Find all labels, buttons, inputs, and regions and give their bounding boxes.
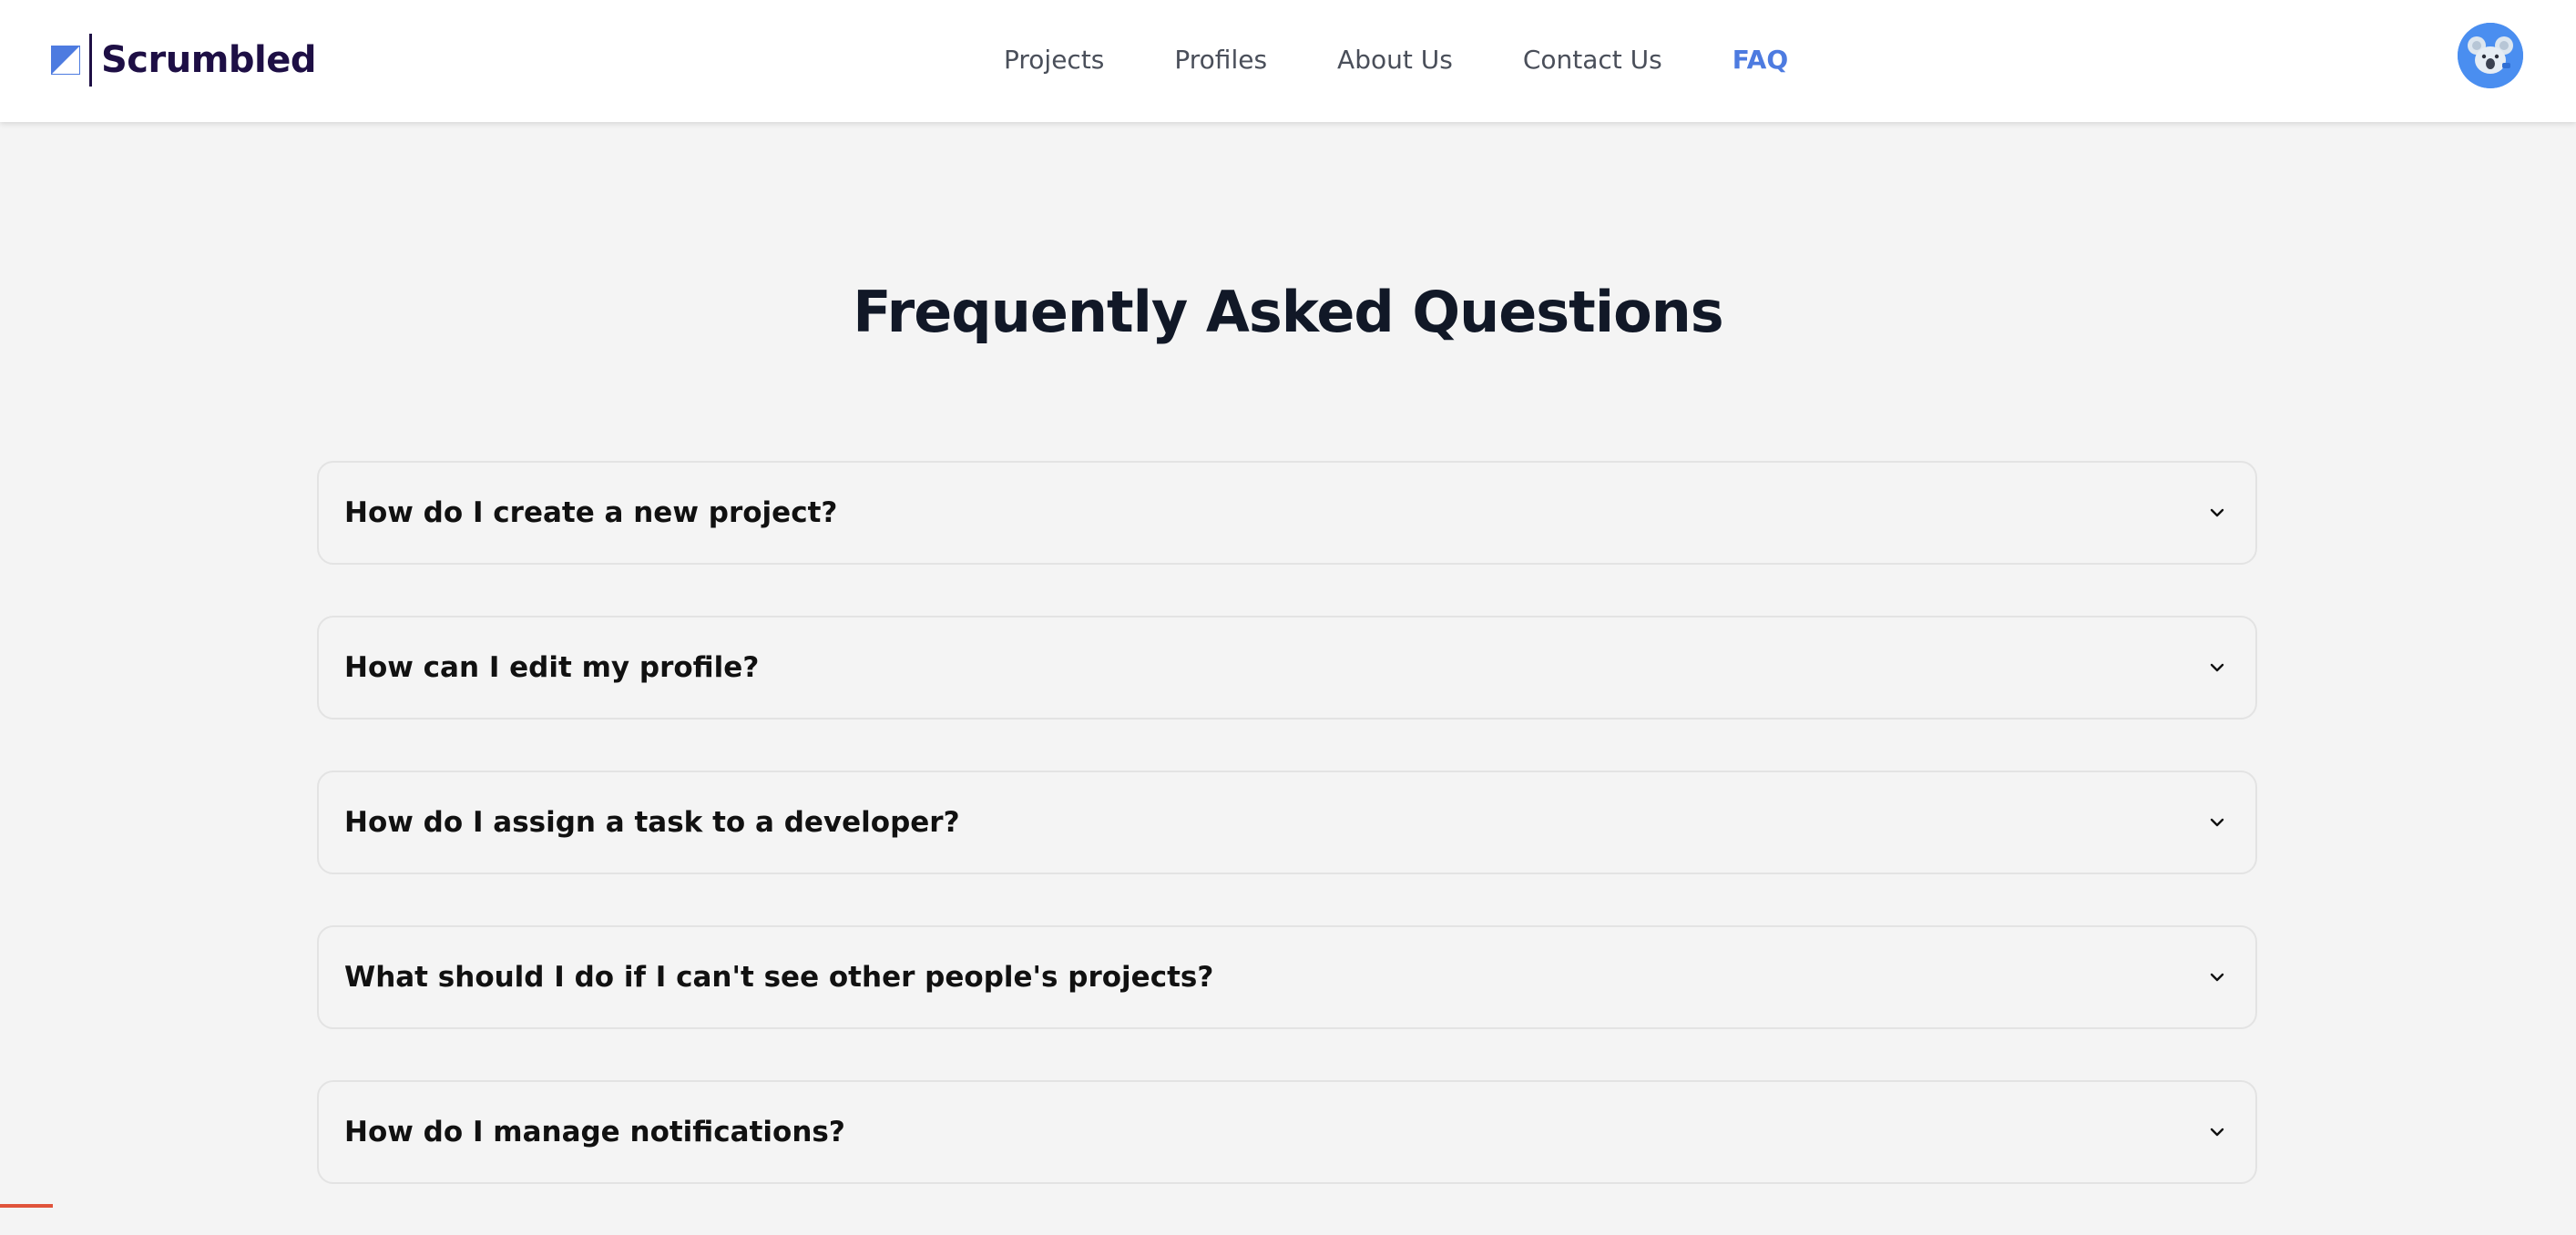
brand-name: Scrumbled	[101, 39, 317, 81]
user-avatar[interactable]	[2458, 23, 2523, 88]
nav-link-projects[interactable]: Projects	[1004, 45, 1104, 75]
faq-list: How do I create a new project? How can I…	[317, 461, 2257, 1235]
faq-item[interactable]: How do I assign a task to a developer?	[317, 771, 2257, 874]
faq-question: What should I do if I can't see other pe…	[344, 961, 1214, 994]
faq-item[interactable]: How can I edit my profile?	[317, 616, 2257, 720]
chevron-down-icon[interactable]	[2206, 1121, 2228, 1143]
half-square-logo-icon	[51, 46, 80, 75]
page-title: Frequently Asked Questions	[853, 279, 1723, 345]
nav-link-contact-us[interactable]: Contact Us	[1523, 45, 1662, 75]
faq-item[interactable]: How do I manage notifications?	[317, 1080, 2257, 1184]
chevron-down-icon[interactable]	[2206, 502, 2228, 524]
nav-link-profiles[interactable]: Profiles	[1174, 45, 1267, 75]
nav-link-about-us[interactable]: About Us	[1337, 45, 1453, 75]
faq-item[interactable]: What should I do if I can't see other pe…	[317, 925, 2257, 1029]
corner-indicator	[0, 1204, 53, 1208]
faq-question: How do I create a new project?	[344, 496, 838, 529]
nav-link-faq[interactable]: FAQ	[1733, 45, 1788, 75]
main-nav: Projects Profiles About Us Contact Us FA…	[1004, 0, 1788, 118]
logo-divider	[89, 34, 92, 87]
faq-question: How do I assign a task to a developer?	[344, 806, 960, 839]
faq-item[interactable]: How do I create a new project?	[317, 461, 2257, 565]
faq-question: How can I edit my profile?	[344, 651, 760, 684]
top-navbar: Scrumbled Projects Profiles About Us Con…	[0, 0, 2576, 122]
chevron-down-icon[interactable]	[2206, 657, 2228, 679]
koala-avatar-icon	[2458, 23, 2523, 88]
faq-question: How do I manage notifications?	[344, 1116, 845, 1148]
chevron-down-icon[interactable]	[2206, 966, 2228, 988]
chevron-down-icon[interactable]	[2206, 811, 2228, 833]
brand-logo[interactable]: Scrumbled	[51, 33, 317, 87]
